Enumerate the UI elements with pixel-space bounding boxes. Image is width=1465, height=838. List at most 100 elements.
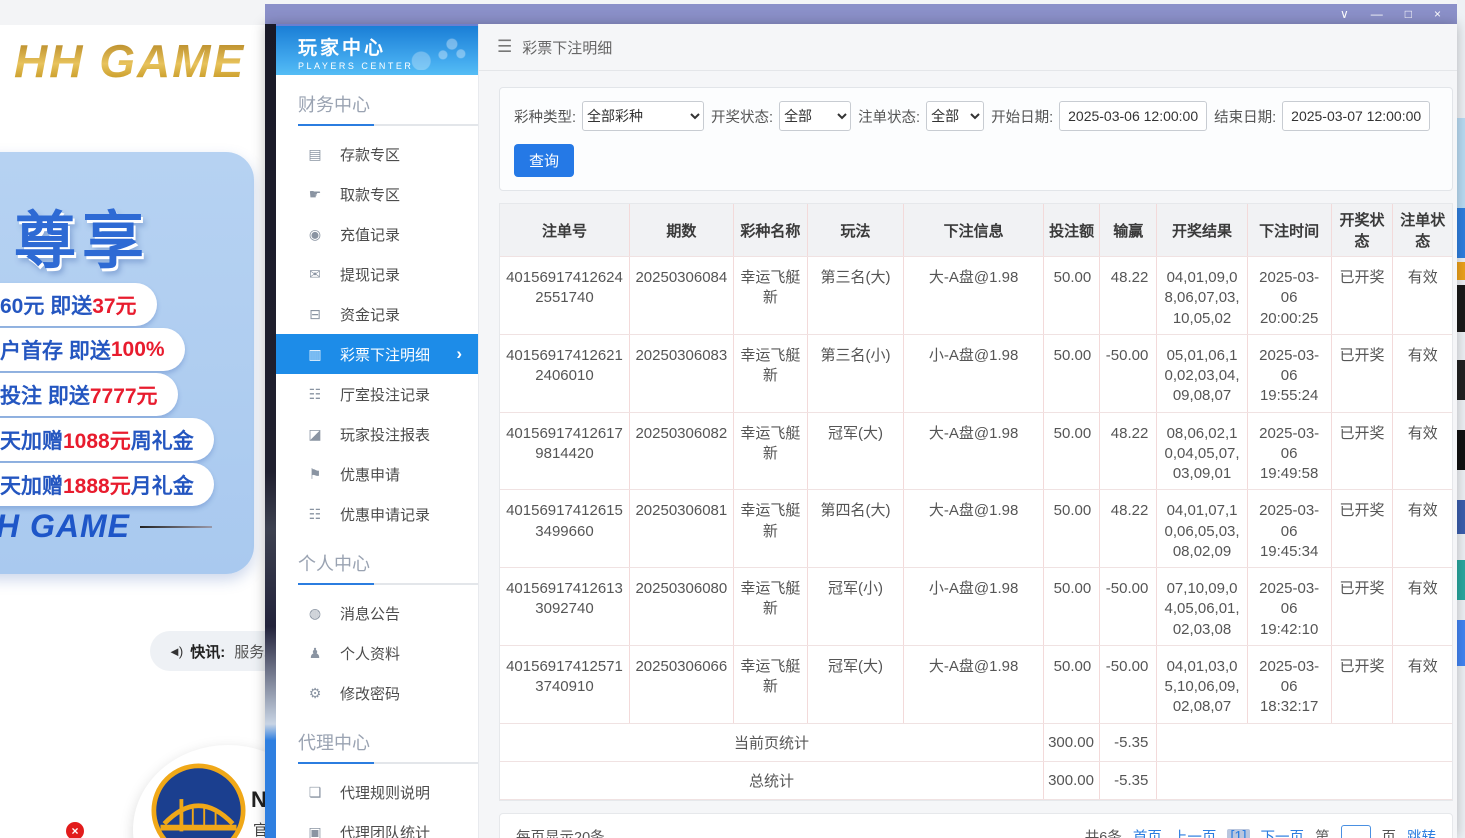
table-cell: 大-A盘@1.98 <box>904 490 1044 568</box>
table-row: 40156917412617981442020250306082幸运飞艇新冠军(… <box>500 412 1452 490</box>
bell-icon: ◍ <box>306 605 324 622</box>
sidebar-item-profile[interactable]: ♟个人资料 <box>276 633 478 673</box>
banner-text: 7777元 <box>90 380 158 410</box>
column-header: 期数 <box>629 204 733 257</box>
draw-status-select[interactable]: 全部 <box>779 101 851 131</box>
table-cell: 幸运飞艇新 <box>733 257 807 335</box>
banner-text: 1888元 <box>63 470 131 500</box>
order-status-select[interactable]: 全部 <box>926 101 984 131</box>
sidebar-item-label: 厅室投注记录 <box>340 384 430 405</box>
table-header-row: 注单号期数彩种名称玩法下注信息投注额输赢开奖结果下注时间开奖状态注单状态 <box>500 204 1452 257</box>
next-page-link[interactable]: 下一页 <box>1261 826 1305 838</box>
banner-text: 100% <box>111 338 165 362</box>
column-header: 彩种名称 <box>733 204 807 257</box>
table-cell: -50.00 <box>1100 645 1157 723</box>
hamburger-icon[interactable]: ☰ <box>497 37 512 57</box>
table-cell: 有效 <box>1393 412 1452 490</box>
table-row: 40156917412613309274020250306080幸运飞艇新冠军(… <box>500 568 1452 646</box>
gear-icon: ⚙ <box>306 685 324 702</box>
sidebar-item-label: 修改密码 <box>340 683 400 704</box>
table-cell: 401569174126212406010 <box>500 334 629 412</box>
summary-label: 总统计 <box>500 761 1044 799</box>
promo-banner-list: 60元 即送37元户首存 即送100%投注 即送7777元天加赠1088元周礼金… <box>0 282 214 506</box>
promo-banner: 天加赠1088元周礼金 <box>0 418 214 461</box>
players-center-window: ∨—□× 玩家中心 PLAYERS CENTER 财务中心▤存款专区☛取款专区◉… <box>265 0 1457 838</box>
table-cell: 已开奖 <box>1331 645 1393 723</box>
sidebar-item-label: 资金记录 <box>340 304 400 325</box>
section-divider-accent <box>298 583 374 585</box>
column-header: 注单号 <box>500 204 629 257</box>
sidebar-item-funds-records[interactable]: ⊟ 资金记录 <box>276 294 478 334</box>
sidebar-item-agent-team-stats[interactable]: ▣代理团队统计 <box>276 812 478 838</box>
table-cell: 有效 <box>1393 645 1452 723</box>
window-collapse-icon[interactable]: ∨ <box>1340 8 1349 20</box>
table-cell: 48.22 <box>1100 490 1157 568</box>
table-cell: 50.00 <box>1044 490 1100 568</box>
table-cell: 幸运飞艇新 <box>733 645 807 723</box>
sidebar-item-hall-bet-records[interactable]: ☷厅室投注记录 <box>276 374 478 414</box>
banner-text: 37元 <box>92 290 136 320</box>
ticker-label: 快讯: <box>190 641 225 662</box>
filter-panel: 彩种类型:全部彩种开奖状态:全部注单状态:全部开始日期:结束日期: 查询 <box>499 87 1453 191</box>
table-cell: 20250306082 <box>629 412 733 490</box>
sidebar-item-label: 消息公告 <box>340 603 400 624</box>
sidebar-item-recharge-records[interactable]: ◉充值记录 <box>276 214 478 254</box>
banner-text: 户首存 即送 <box>0 335 111 365</box>
sidebar-item-announcements[interactable]: ◍ 消息公告 <box>276 593 478 633</box>
summary-bet-total: 300.00 <box>1044 723 1100 761</box>
table-cell: 07,10,09,04,05,06,01,02,03,08 <box>1157 568 1247 646</box>
table-cell: 401569174126153499660 <box>500 490 629 568</box>
sidebar-item-promo-apply[interactable]: ⚑优惠申请 <box>276 454 478 494</box>
sidebar-item-deposit-zone[interactable]: ▤存款专区 <box>276 134 478 174</box>
popup-close-button[interactable]: × <box>66 822 84 838</box>
first-page-link[interactable]: 首页 <box>1133 826 1162 838</box>
sidebar-item-agent-rules[interactable]: ❏代理规则说明 <box>276 772 478 812</box>
table-cell: 小-A盘@1.98 <box>904 334 1044 412</box>
start-date-input[interactable] <box>1059 101 1207 131</box>
window-minimize-icon[interactable]: — <box>1371 8 1383 20</box>
sidebar-item-change-password[interactable]: ⚙ 修改密码 <box>276 673 478 713</box>
table-cell: 已开奖 <box>1331 334 1393 412</box>
sidebar-item-lottery-bet-details[interactable]: ▥彩票下注明细› <box>276 334 478 374</box>
sidebar-item-withdraw-records[interactable]: ✉提现记录 <box>276 254 478 294</box>
table-cell: 幸运飞艇新 <box>733 334 807 412</box>
table-cell: 幸运飞艇新 <box>733 490 807 568</box>
table-cell: 冠军(小) <box>807 568 903 646</box>
window-left-edge <box>265 24 276 838</box>
prev-page-link[interactable]: 上一页 <box>1173 826 1217 838</box>
sidebar-item-label: 代理规则说明 <box>340 782 430 803</box>
promo-ticket-icon: ⚑ <box>306 466 324 483</box>
promo-footer: H GAME <box>0 508 212 545</box>
column-header: 注单状态 <box>1393 204 1452 257</box>
start-date-input-label: 开始日期: <box>991 106 1053 127</box>
table-cell: 有效 <box>1393 490 1452 568</box>
window-maximize-icon[interactable]: □ <box>1405 8 1412 20</box>
search-button[interactable]: 查询 <box>514 144 574 177</box>
sidebar-item-label: 个人资料 <box>340 643 400 664</box>
table-cell: 已开奖 <box>1331 257 1393 335</box>
page-jump-input[interactable] <box>1341 825 1371 838</box>
sidebar-section-title: 个人中心 <box>276 534 478 583</box>
table-row: 40156917412615349966020250306081幸运飞艇新第四名… <box>500 490 1452 568</box>
table-cell: 2025-03-06 19:45:34 <box>1247 490 1331 568</box>
table-cell: 已开奖 <box>1331 412 1393 490</box>
window-close-icon[interactable]: × <box>1434 8 1441 20</box>
screen: HH GAME 尊享 60元 即送37元户首存 即送100%投注 即送7777元… <box>0 0 1465 838</box>
bet-table-card: 注单号期数彩种名称玩法下注信息投注额输赢开奖结果下注时间开奖状态注单状态 4015… <box>499 203 1453 801</box>
table-cell: 20250306066 <box>629 645 733 723</box>
cash-record-icon: ⊟ <box>306 306 324 323</box>
lottery-type-select[interactable]: 全部彩种 <box>582 101 704 131</box>
sidebar-item-withdraw-zone[interactable]: ☛取款专区 <box>276 174 478 214</box>
current-page-indicator[interactable]: [1] <box>1227 829 1249 838</box>
column-header: 下注信息 <box>904 204 1044 257</box>
sidebar-item-label: 彩票下注明细 <box>340 344 430 365</box>
page-header: ☰ 彩票下注明细 <box>479 24 1457 71</box>
lottery-type-select-label: 彩种类型: <box>514 106 576 127</box>
table-cell: 已开奖 <box>1331 568 1393 646</box>
sidebar-item-player-bet-report[interactable]: ◪玩家投注报表 <box>276 414 478 454</box>
table-cell: 04,01,09,08,06,07,03,10,05,02 <box>1157 257 1247 335</box>
jump-action-link[interactable]: 跳转 <box>1407 826 1436 838</box>
end-date-input[interactable] <box>1282 101 1430 131</box>
order-status-select-label: 注单状态: <box>858 106 920 127</box>
sidebar-item-promo-apply-records[interactable]: ☷优惠申请记录 <box>276 494 478 534</box>
